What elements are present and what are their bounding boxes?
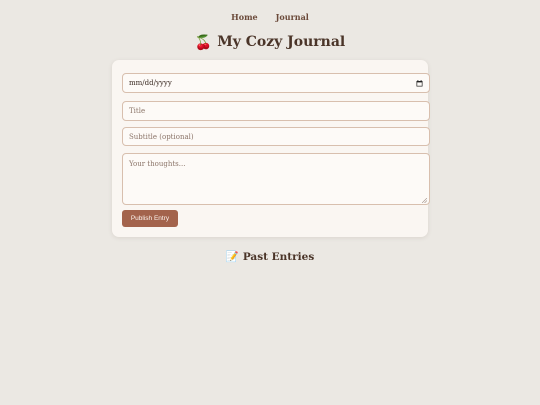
nav-link-journal[interactable]: Journal [276,12,309,22]
past-entries-heading: 📝 Past Entries [0,250,540,263]
memo-icon: 📝 [225,251,239,263]
thoughts-textarea[interactable]: Your thoughts... [122,153,430,205]
resize-handle-icon[interactable] [421,197,428,204]
subtitle-input-placeholder: Subtitle (optional) [129,132,194,141]
calendar-icon[interactable] [416,79,423,87]
cherry-icon: 🍒 [194,35,213,51]
thoughts-textarea-placeholder: Your thoughts... [129,160,186,168]
title-input[interactable]: Title [122,101,430,121]
page-title: 🍒 My Cozy Journal [0,34,540,51]
past-entries-title: Past Entries [242,251,315,263]
publish-entry-button[interactable]: Publish Entry [122,210,178,227]
page-title-text: My Cozy Journal [217,34,346,50]
subtitle-input[interactable]: Subtitle (optional) [122,127,430,146]
title-input-placeholder: Title [129,107,146,115]
new-entry-card: mm/dd/yyyy Title Subtitle (optional) You… [112,60,430,237]
date-input[interactable]: mm/dd/yyyy [122,73,430,93]
nav-link-home[interactable]: Home [231,12,257,22]
top-nav: Home Journal [0,12,540,22]
date-input-text: mm/dd/yyyy [129,79,172,87]
